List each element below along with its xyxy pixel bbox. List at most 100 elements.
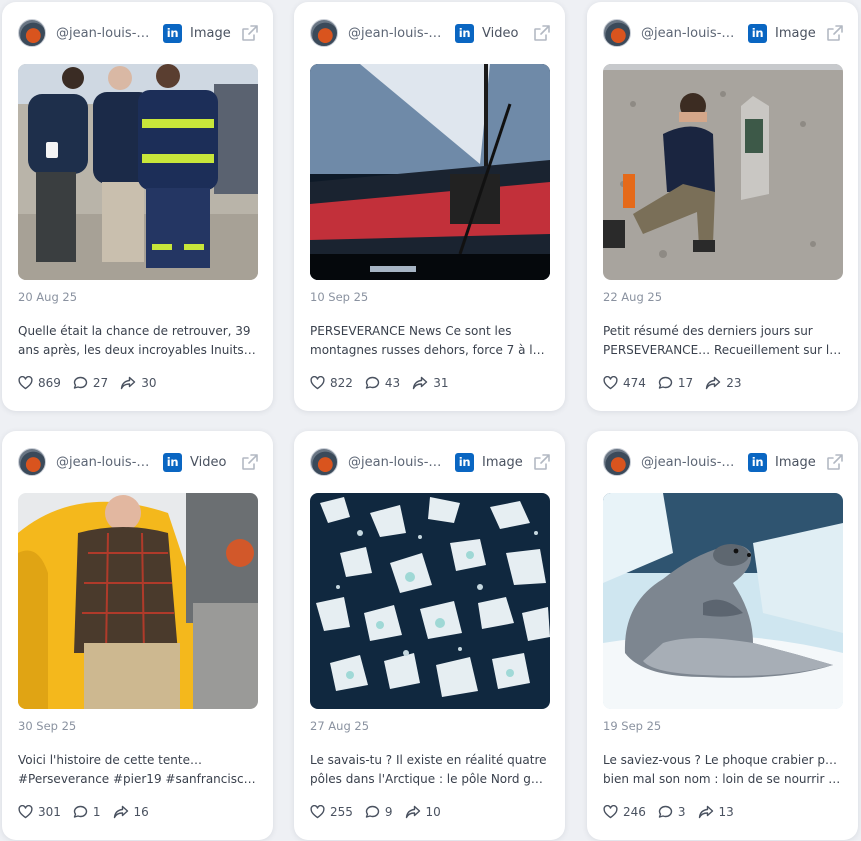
external-link-icon[interactable] — [533, 453, 551, 471]
shares-count: 13 — [718, 805, 734, 819]
share-icon — [405, 805, 420, 819]
post-card[interactable]: @jean-louis-etienne in Image — [2, 2, 273, 411]
likes: 822 — [310, 376, 353, 390]
heart-icon — [310, 376, 325, 390]
post-type: Video — [190, 454, 227, 470]
post-stats: 822 43 31 — [310, 376, 460, 390]
comments-count: 43 — [384, 376, 401, 390]
share-icon — [698, 805, 713, 819]
likes: 474 — [603, 376, 646, 390]
post-card[interactable]: @jean-louis-etienne in Video 30 Sep 25 V… — [2, 431, 273, 840]
post-image[interactable] — [310, 64, 550, 280]
post-type: Image — [482, 454, 523, 470]
external-link-icon[interactable] — [826, 453, 844, 471]
avatar[interactable] — [18, 19, 46, 47]
avatar[interactable] — [310, 19, 338, 47]
shares: 23 — [705, 376, 741, 390]
post-text-line: montagnes russes dehors, force 7 à la me… — [310, 343, 550, 357]
comments: 43 — [365, 376, 400, 390]
post-text-line: #Perseverance #pier19 #sanfrancisco #ten… — [18, 772, 258, 786]
avatar[interactable] — [603, 19, 631, 47]
card-header: @jean-louis-etienne in Image — [603, 447, 844, 477]
post-stats: 255 9 10 — [310, 805, 453, 819]
post-text[interactable]: Petit résumé des derniers jours sur PERS… — [603, 322, 843, 360]
likes-count: 301 — [38, 805, 61, 819]
post-card[interactable]: @jean-louis-etienne in Image 22 Aug 25 — [587, 2, 858, 411]
avatar[interactable] — [603, 448, 631, 476]
external-link-icon[interactable] — [241, 24, 259, 42]
post-text[interactable]: Le savais-tu ? Il existe en réalité quat… — [310, 751, 550, 789]
post-image[interactable] — [603, 64, 843, 280]
post-image[interactable] — [603, 493, 843, 709]
shares-count: 31 — [433, 376, 449, 390]
post-text-line: ans après, les deux incroyables Inuits q… — [18, 343, 258, 357]
comment-icon — [365, 376, 380, 389]
card-header: @jean-louis-etienne in Video — [310, 18, 551, 48]
likes: 255 — [310, 805, 353, 819]
post-type: Image — [775, 454, 816, 470]
linkedin-icon: in — [748, 23, 767, 43]
post-stats: 869 27 30 — [18, 376, 168, 390]
comments-count: 1 — [92, 805, 101, 819]
heart-icon — [603, 376, 618, 390]
author-handle[interactable]: @jean-louis-etienne — [348, 26, 442, 41]
heart-icon — [18, 805, 33, 819]
comment-icon — [73, 376, 88, 389]
post-card[interactable]: @jean-louis-etienne in Image 19 Sep 25 — [587, 431, 858, 840]
post-type: Image — [190, 25, 231, 41]
share-icon — [705, 376, 721, 390]
post-card[interactable]: @jean-louis-etienne in Image — [294, 431, 565, 840]
author-handle[interactable]: @jean-louis-etienne — [641, 455, 735, 470]
likes-count: 255 — [330, 805, 353, 819]
linkedin-icon: in — [455, 452, 474, 472]
post-type: Video — [482, 25, 519, 41]
post-image[interactable] — [18, 64, 258, 280]
likes-count: 474 — [623, 376, 646, 390]
post-text-line: Petit résumé des derniers jours sur — [603, 324, 813, 338]
shares: 16 — [113, 805, 149, 819]
likes-count: 246 — [623, 805, 646, 819]
post-date: 19 Sep 25 — [603, 719, 662, 733]
shares-count: 30 — [141, 376, 157, 390]
author-handle[interactable]: @jean-louis-etienne — [348, 455, 442, 470]
post-text-line: Voici l'histoire de cette tente… — [18, 753, 202, 767]
post-text[interactable]: PERSEVERANCE News Ce sont les montagnes … — [310, 322, 550, 360]
shares-count: 16 — [133, 805, 149, 819]
shares: 30 — [120, 376, 156, 390]
comments-count: 9 — [384, 805, 393, 819]
card-header: @jean-louis-etienne in Image — [18, 18, 259, 48]
author-handle[interactable]: @jean-louis-etienne — [641, 26, 735, 41]
post-date: 20 Aug 25 — [18, 290, 78, 304]
post-card[interactable]: @jean-louis-etienne in Video 10 Sep 25 P… — [294, 2, 565, 411]
author-handle[interactable]: @jean-louis-etienne — [56, 26, 150, 41]
shares: 13 — [698, 805, 734, 819]
external-link-icon[interactable] — [533, 24, 551, 42]
author-handle[interactable]: @jean-louis-etienne — [56, 455, 150, 470]
post-text[interactable]: Le saviez-vous ? Le phoque crabier porte… — [603, 751, 843, 789]
likes-count: 822 — [330, 376, 353, 390]
post-text-line: pôles dans l'Arctique : le pôle Nord géo… — [310, 772, 550, 786]
avatar[interactable] — [18, 448, 46, 476]
heart-icon — [18, 376, 33, 390]
likes: 246 — [603, 805, 646, 819]
avatar[interactable] — [310, 448, 338, 476]
comments: 9 — [365, 805, 393, 819]
post-text[interactable]: Quelle était la chance de retrouver, 39 … — [18, 322, 258, 360]
post-date: 27 Aug 25 — [310, 719, 370, 733]
post-text-line: Quelle était la chance de retrouver, 39 — [18, 324, 251, 338]
comments-count: 17 — [677, 376, 694, 390]
post-image[interactable] — [310, 493, 550, 709]
comment-icon — [73, 805, 88, 818]
post-text-line: Le savais-tu ? Il existe en réalité quat… — [310, 753, 547, 767]
post-text[interactable]: Voici l'histoire de cette tente… #Persev… — [18, 751, 258, 789]
comments: 27 — [73, 376, 108, 390]
shares-count: 23 — [726, 376, 742, 390]
post-date: 10 Sep 25 — [310, 290, 369, 304]
post-image[interactable] — [18, 493, 258, 709]
linkedin-icon: in — [455, 23, 474, 43]
comment-icon — [365, 805, 380, 818]
external-link-icon[interactable] — [241, 453, 259, 471]
comments: 17 — [658, 376, 693, 390]
external-link-icon[interactable] — [826, 24, 844, 42]
comments-count: 3 — [677, 805, 686, 819]
